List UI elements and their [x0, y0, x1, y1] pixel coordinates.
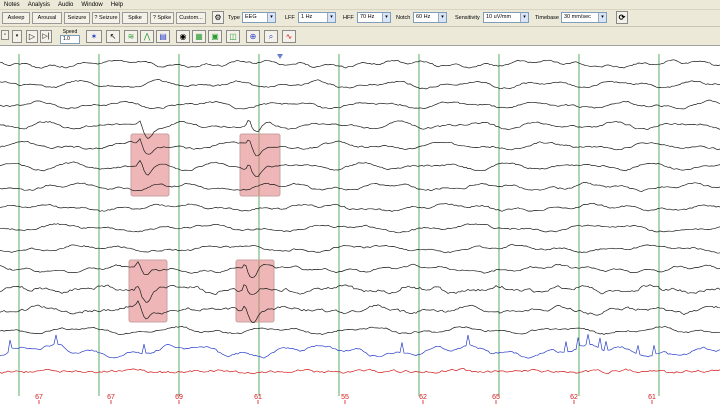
refresh-icon[interactable]: ⟳ — [616, 11, 628, 24]
chart-icon[interactable]: ▦ — [192, 30, 206, 43]
eeg-channel-trace — [0, 99, 720, 110]
eeg-channel-trace — [0, 120, 720, 139]
timebase-select[interactable]: 30 mm/sec ▾ — [561, 12, 607, 23]
lff-value: 1 Hz — [301, 14, 313, 20]
page-icon[interactable]: ▫ — [1, 30, 9, 40]
settings-icon[interactable]: ⚙ — [212, 11, 224, 24]
waveform-icon[interactable]: ≋ — [124, 30, 138, 43]
chevron-down-icon: ▾ — [327, 13, 335, 22]
eeg-channel-trace — [0, 137, 720, 157]
report-icon[interactable]: ▣ — [208, 30, 222, 43]
chevron-down-icon: ▾ — [267, 13, 275, 22]
spike-highlight-box[interactable] — [239, 133, 281, 197]
speed-input[interactable]: 1.0 — [60, 35, 80, 44]
eeg-channel-trace — [0, 59, 720, 69]
chevron-down-icon: ▾ — [382, 13, 390, 22]
menu-help[interactable]: Help — [111, 2, 123, 8]
asleep-button[interactable]: Asleep — [2, 12, 30, 24]
play-icon[interactable]: ▷ — [26, 30, 38, 43]
spike-highlight-box[interactable] — [128, 259, 168, 323]
eeg-channel-trace — [0, 223, 720, 234]
cursor-icon[interactable]: ↖ — [106, 30, 120, 43]
zoom-in-icon[interactable]: ⊕ — [246, 30, 260, 43]
notch-value: 60 Hz — [416, 14, 431, 20]
step-forward-icon[interactable]: ▷| — [40, 30, 52, 43]
ruler-label: 62 — [419, 394, 427, 401]
sensitivity-value: 10 uV/mm — [486, 14, 512, 20]
hff-select[interactable]: 70 Hz ▾ — [357, 12, 391, 23]
spike-button[interactable]: Spike — [122, 12, 148, 24]
menu-window[interactable]: Window — [81, 2, 102, 8]
lff-label: LFF — [285, 15, 295, 21]
spectrum-icon[interactable]: ◫ — [226, 30, 240, 43]
spike-highlight-box[interactable] — [235, 259, 275, 323]
eeg-channel-trace — [0, 181, 720, 192]
hff-value: 70 Hz — [360, 14, 375, 20]
sensitivity-label: Sensitivity — [455, 15, 480, 21]
montage-icon[interactable]: ▤ — [156, 30, 170, 43]
eeg-channel-trace — [0, 325, 720, 335]
chevron-down-icon: ▾ — [520, 13, 528, 22]
speed-control[interactable]: Speed 1.0 — [60, 29, 80, 45]
chevron-down-icon: ▾ — [598, 13, 606, 22]
menu-audio[interactable]: Audio — [58, 2, 73, 8]
eeg-channel-trace — [0, 79, 720, 90]
type-label: Type — [228, 15, 240, 21]
eeg-channel-trace — [0, 300, 720, 324]
hff-label: HFF — [343, 15, 354, 21]
type-select[interactable]: EEG ▾ — [242, 12, 276, 23]
event-toolbar: Asleep Arousal Seizure ? Seizure Spike ?… — [0, 10, 720, 27]
notch-label: Notch — [396, 15, 411, 21]
ruler-label: 67 — [107, 394, 115, 401]
navigation-toolbar: ▫ ▾ ▷ ▷| Speed 1.0 ✶ ↖ ≋ ⋀ ▤ ◉ ▦ ▣ ◫ ⊕ ⌕… — [0, 27, 720, 46]
time-cursor-marker[interactable] — [277, 54, 283, 59]
eeg-channel-trace — [0, 368, 720, 375]
chevron-down-icon[interactable]: ▾ — [12, 30, 22, 43]
arousal-button[interactable]: Arousal — [32, 12, 62, 24]
chevron-down-icon: ▾ — [438, 13, 446, 22]
ruler-label: 62 — [570, 394, 578, 401]
annotation-icon[interactable]: ∿ — [282, 30, 296, 43]
type-value: EEG — [245, 14, 257, 20]
speed-label: Speed — [62, 29, 78, 35]
zoom-icon[interactable]: ⌕ — [264, 30, 278, 43]
menu-analysis[interactable]: Analysis — [28, 2, 50, 8]
ruler-label: 69 — [175, 394, 183, 401]
ruler-label: 67 — [35, 394, 43, 401]
timebase-label: Timebase — [535, 15, 559, 21]
possible-spike-button[interactable]: ? Spike — [150, 12, 174, 24]
marker-icon[interactable]: ✶ — [86, 30, 102, 43]
video-icon[interactable]: ◉ — [176, 30, 190, 43]
ruler-label: 61 — [648, 394, 656, 401]
eeg-channel-trace — [0, 243, 720, 254]
ruler-label: 65 — [492, 394, 500, 401]
eeg-channel-trace — [0, 202, 720, 212]
ruler-label: 55 — [341, 394, 349, 401]
timebase-value: 30 mm/sec — [564, 14, 591, 20]
eeg-traces: 67 67 69 61 55 62 65 62 61 — [0, 54, 720, 404]
lff-select[interactable]: 1 Hz ▾ — [298, 12, 336, 23]
menu-bar: Notes Analysis Audio Window Help — [0, 0, 720, 10]
eeg-channel-trace — [0, 159, 720, 178]
eeg-channel-trace — [0, 334, 720, 359]
notch-select[interactable]: 60 Hz ▾ — [413, 12, 447, 23]
sensitivity-select[interactable]: 10 uV/mm ▾ — [483, 12, 529, 23]
eeg-waveform-display[interactable]: 67 67 69 61 55 62 65 62 61 — [0, 46, 720, 404]
custom-button[interactable]: Custom... — [176, 12, 206, 24]
menu-notes[interactable]: Notes — [4, 2, 20, 8]
eeg-channel-trace — [0, 261, 720, 278]
spike-detect-icon[interactable]: ⋀ — [140, 30, 154, 43]
possible-seizure-button[interactable]: ? Seizure — [92, 12, 120, 24]
seizure-button[interactable]: Seizure — [64, 12, 90, 24]
eeg-channel-trace — [0, 284, 720, 303]
ruler-label: 61 — [254, 394, 262, 401]
